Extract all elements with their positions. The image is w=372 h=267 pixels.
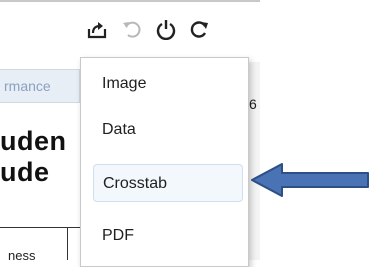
menu-item-pdf[interactable]: PDF (93, 217, 243, 255)
background-right-number: 6 (249, 96, 257, 112)
annotation-arrow-icon (251, 163, 369, 197)
refresh-icon[interactable] (188, 18, 210, 40)
download-menu: Image Data Crosstab PDF (80, 57, 249, 267)
background-title-line-2: ude (0, 157, 50, 187)
table-column-divider (67, 227, 68, 260)
toolbar-border (0, 0, 260, 2)
background-title-line-1: uden (0, 126, 67, 156)
table-rule (0, 227, 80, 228)
menu-item-image[interactable]: Image (93, 65, 243, 103)
table-cell: ness (8, 248, 36, 263)
export-icon[interactable] (86, 18, 108, 40)
menu-item-data[interactable]: Data (93, 111, 243, 149)
revert-icon[interactable] (120, 18, 142, 40)
pause-updates-icon[interactable] (155, 18, 177, 40)
menu-item-crosstab[interactable]: Crosstab (93, 164, 243, 202)
background-tab-label: rmance (4, 78, 51, 94)
